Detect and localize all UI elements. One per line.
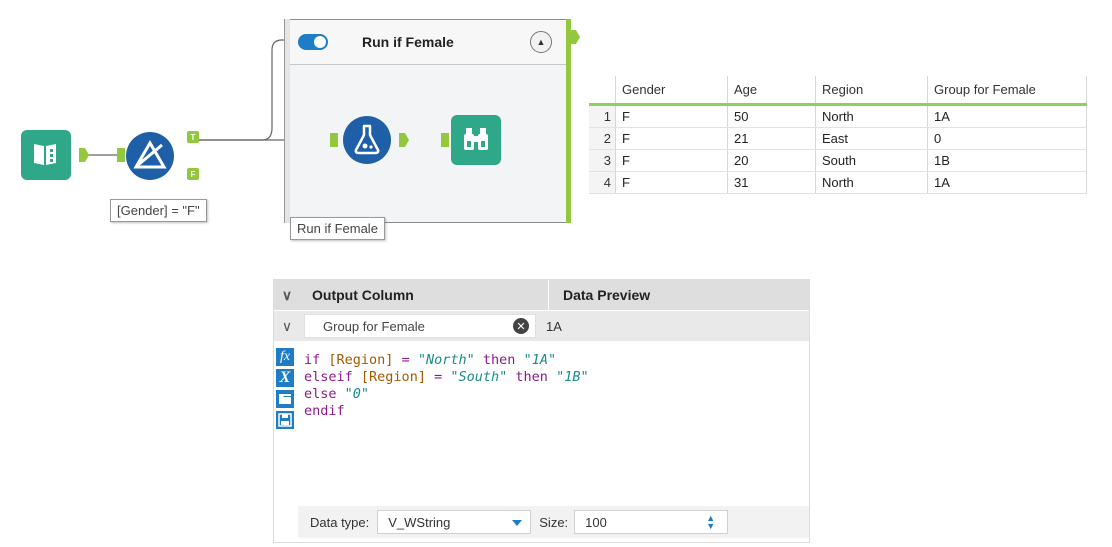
row-number: 2 [589,127,616,150]
binoculars-icon [460,124,492,157]
output-column-field[interactable]: Group for Female ✕ [304,314,536,338]
table-cell[interactable]: 1A [927,171,1087,194]
input-data-tool[interactable] [21,130,71,180]
data-preview-header: Data Preview [548,280,650,310]
column-header[interactable]: Region [815,76,928,106]
table-cell[interactable]: F [615,104,728,128]
spinner-icon[interactable]: ▲ ▼ [706,514,715,531]
expression-toolbar: fx X [274,348,296,432]
save-icon[interactable] [276,411,294,429]
filter-tool[interactable] [126,132,174,180]
results-grid: Gender Age Region Group for Female 1 F 5… [589,76,1087,194]
column-header[interactable]: Gender [615,76,728,106]
output-column-value: Group for Female [323,318,425,334]
book-icon [31,140,61,171]
formula-input-anchor[interactable] [330,133,338,147]
row-number: 3 [589,149,616,172]
formula-config-panel: ∨ Output Column Data Preview ∨ Group for… [273,279,810,543]
table-cell[interactable]: 50 [727,104,816,128]
row-number: 1 [589,104,616,128]
table-cell[interactable]: 1B [927,149,1087,172]
dropdown-arrow-icon [512,520,523,526]
filter-input-anchor[interactable] [117,148,125,162]
expression-line: elseif [Region] = "South" then "1B" [304,369,589,385]
variable-icon[interactable]: X [276,369,294,387]
table-row[interactable]: 1 F 50 North 1A [589,104,1087,128]
data-type-select[interactable]: V_WString [377,510,532,534]
table-cell[interactable]: East [815,127,928,150]
column-header[interactable]: Age [727,76,816,106]
data-preview-value: 1A [546,318,562,334]
grid-header-row: Gender Age Region Group for Female [589,76,1087,106]
flask-icon [352,123,382,158]
tool-container[interactable]: Run if Female ▲ [289,19,567,223]
output-column-header: Output Column [312,287,414,303]
table-cell[interactable]: 21 [727,127,816,150]
size-value: 100 [585,514,607,530]
filter-true-anchor[interactable]: T [187,131,199,143]
container-header: Run if Female ▲ [290,20,566,65]
table-row[interactable]: 2 F 21 East 0 [589,127,1087,150]
data-type-label: Data type: [310,514,370,530]
table-cell[interactable]: North [815,171,928,194]
size-label: Size: [539,514,569,530]
table-row[interactable]: 3 F 20 South 1B [589,149,1087,172]
function-icon[interactable]: fx [276,348,294,366]
browse-tool[interactable] [451,115,501,165]
table-cell[interactable]: South [815,149,928,172]
browse-input-anchor[interactable] [441,133,449,147]
column-header[interactable]: Group for Female [927,76,1087,106]
field-type-bar: Data type: V_WString Size: 100 ▲ ▼ [298,506,809,538]
container-enable-toggle[interactable] [298,34,328,50]
container-annotation: Run if Female [290,217,385,240]
formula-header-row: ∨ Output Column Data Preview [274,280,809,310]
expression-line: else "0" [304,386,370,402]
expression-line: if [Region] = "North" then "1A" [304,352,557,368]
filter-false-anchor[interactable]: F [187,168,199,180]
row-number: 4 [589,171,616,194]
table-cell[interactable]: 0 [927,127,1087,150]
expression-editor[interactable]: if [Region] = "North" then "1A" elseif [R… [304,352,589,420]
open-folder-icon[interactable] [276,390,294,408]
size-input[interactable]: 100 ▲ ▼ [574,510,729,534]
filter-icon [132,139,168,174]
row-number-header [589,76,616,106]
table-cell[interactable]: 31 [727,171,816,194]
filter-annotation: [Gender] = "F" [110,199,207,222]
table-cell[interactable]: 20 [727,149,816,172]
clear-icon[interactable]: ✕ [513,318,529,334]
data-type-value: V_WString [388,514,451,530]
formula-tool[interactable] [343,116,391,164]
container-title: Run if Female [362,34,454,50]
table-row[interactable]: 4 F 31 North 1A [589,171,1087,194]
table-cell[interactable]: F [615,171,728,194]
table-cell[interactable]: F [615,127,728,150]
table-cell[interactable]: F [615,149,728,172]
container-output-bar [566,19,571,223]
chevron-down-icon[interactable]: ∨ [274,318,300,335]
chevron-down-icon[interactable]: ∨ [274,287,300,304]
table-cell[interactable]: 1A [927,104,1087,128]
container-left-edge [284,19,290,223]
formula-row: ∨ Group for Female ✕ 1A [274,311,809,341]
collapse-icon[interactable]: ▲ [530,31,552,53]
table-cell[interactable]: North [815,104,928,128]
expression-line: endif [304,403,345,419]
